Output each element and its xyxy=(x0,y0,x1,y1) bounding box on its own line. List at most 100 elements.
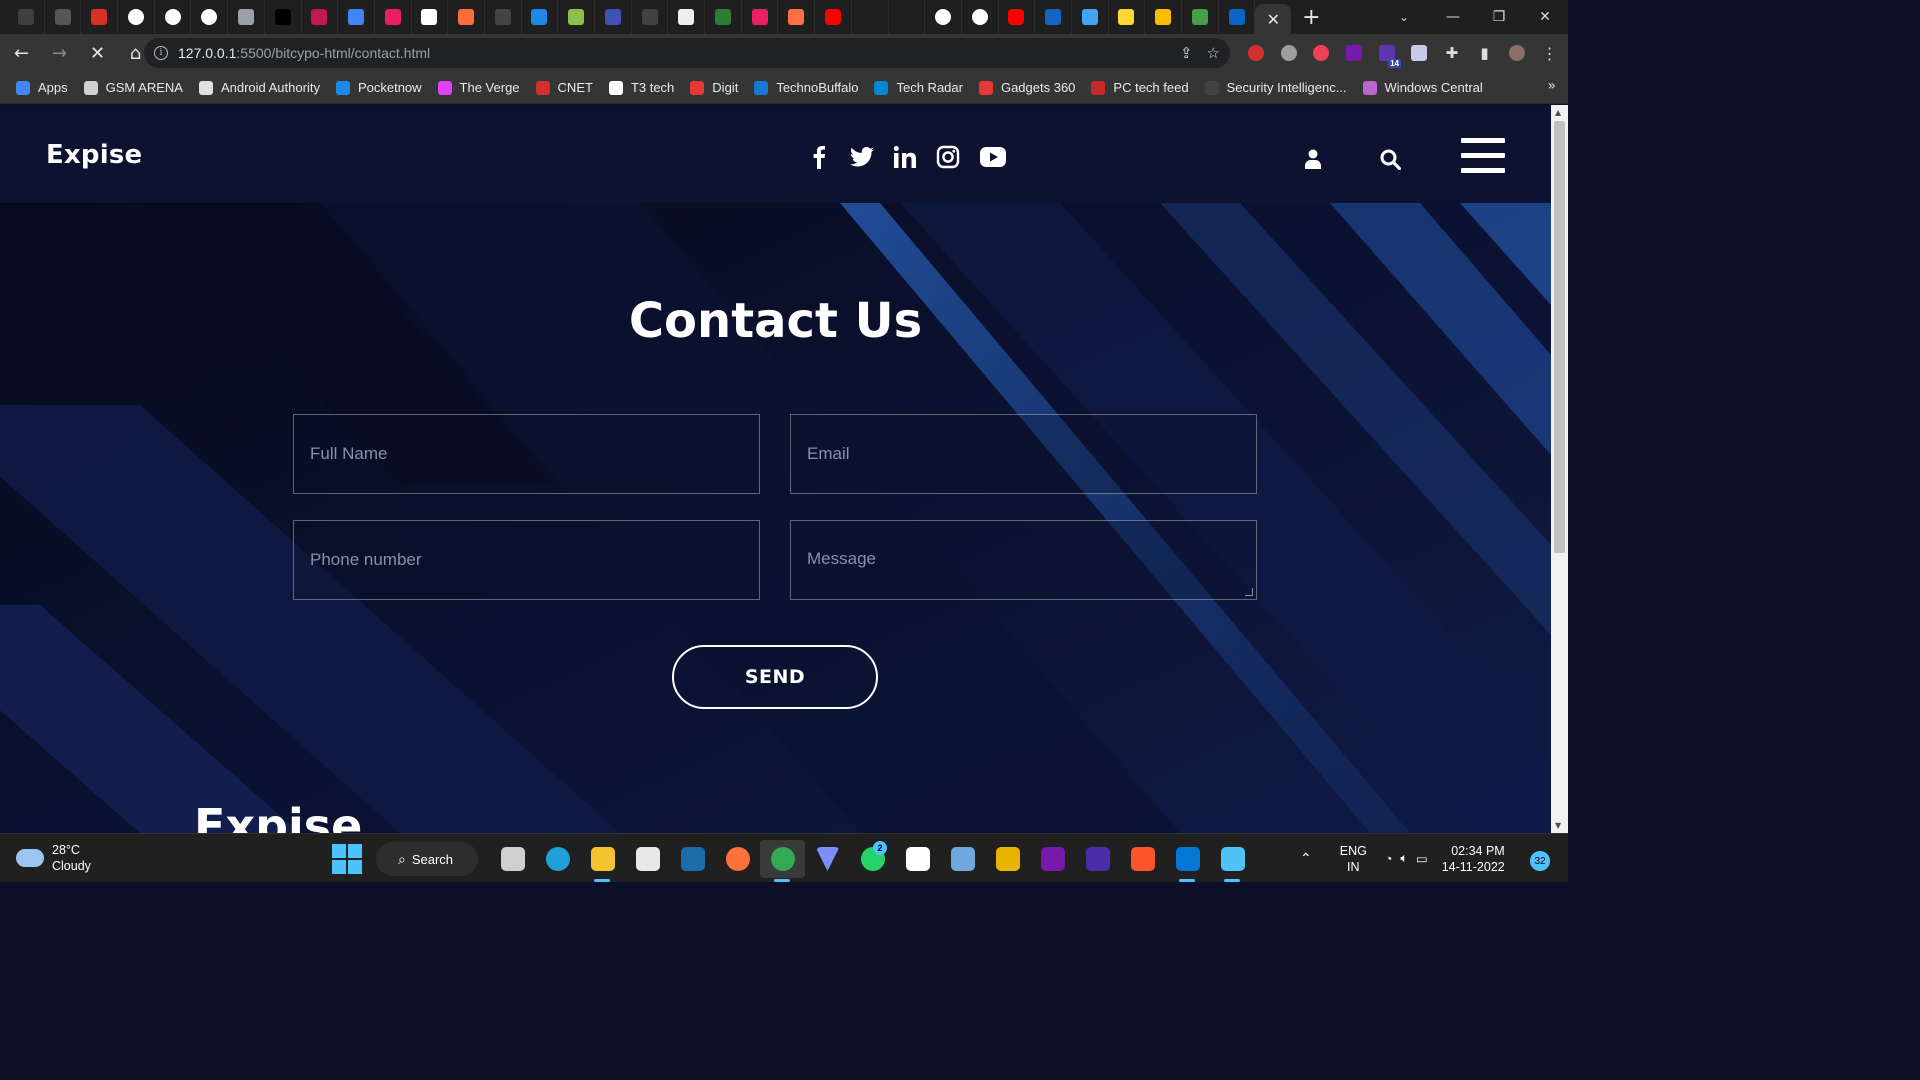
more-bookmarks-icon[interactable]: » xyxy=(1547,78,1556,94)
volume-muted-icon[interactable]: 🔈︎ xyxy=(1400,851,1408,866)
restore-button[interactable]: ❐ xyxy=(1476,0,1522,34)
site-logo[interactable]: Expise xyxy=(46,140,142,170)
linkedin-icon[interactable] xyxy=(894,146,916,168)
tab-gmail[interactable] xyxy=(81,0,119,34)
full-name-field[interactable] xyxy=(293,414,760,494)
tab-github[interactable] xyxy=(118,0,155,34)
tab-blank[interactable] xyxy=(852,0,889,34)
tab-j-logo[interactable] xyxy=(705,0,742,34)
virtualbox-icon[interactable] xyxy=(940,840,985,878)
start-button[interactable] xyxy=(332,844,362,874)
twitter-icon[interactable] xyxy=(850,146,874,168)
bookmark-item[interactable]: TechnoBuffalo xyxy=(746,74,866,102)
firefox-icon[interactable] xyxy=(715,840,760,878)
tab-blank-2[interactable] xyxy=(889,0,926,34)
bookmark-item[interactable]: Apps xyxy=(8,74,76,102)
active-tab[interactable]: ✕ xyxy=(1255,4,1292,34)
store-icon[interactable] xyxy=(625,840,670,878)
scrollbar-thumb[interactable] xyxy=(1554,121,1565,553)
extension-speed-icon[interactable] xyxy=(1273,38,1306,68)
taskbar-search[interactable]: ⌕ Search xyxy=(376,842,478,876)
extension-badge-icon[interactable]: 14 xyxy=(1370,38,1403,68)
full-name-input[interactable] xyxy=(294,415,759,493)
phone-field[interactable] xyxy=(293,520,760,600)
tab-bars[interactable] xyxy=(1072,0,1109,34)
page-scrollbar[interactable]: ▲ ▼ xyxy=(1551,105,1568,833)
tab-youtube[interactable] xyxy=(815,0,852,34)
input-language[interactable]: ENG IN xyxy=(1340,843,1367,875)
message-textarea[interactable] xyxy=(791,521,1256,599)
bookmark-item[interactable]: Android Authority xyxy=(191,74,328,102)
bookmark-item[interactable]: T3 tech xyxy=(601,74,682,102)
bookmark-item[interactable]: Digit xyxy=(682,74,746,102)
bookmark-item[interactable]: Pocketnow xyxy=(328,74,430,102)
facebook-icon[interactable] xyxy=(808,145,830,169)
tab-medium[interactable] xyxy=(265,0,302,34)
tab-github[interactable] xyxy=(155,0,192,34)
user-icon[interactable] xyxy=(1304,149,1322,173)
close-tab-icon[interactable]: ✕ xyxy=(1267,10,1280,29)
tab-globe[interactable] xyxy=(228,0,265,34)
notion-icon[interactable] xyxy=(895,840,940,878)
email-input[interactable] xyxy=(791,415,1256,493)
tab-tab-2[interactable] xyxy=(45,0,82,34)
tab-dot[interactable] xyxy=(485,0,522,34)
bookmark-item[interactable]: GSM ARENA xyxy=(76,74,191,102)
youtube-icon[interactable] xyxy=(980,147,1006,167)
tab-tab-1[interactable] xyxy=(8,0,45,34)
tab-github[interactable] xyxy=(925,0,962,34)
extension-adblock-icon[interactable] xyxy=(1240,38,1273,68)
site-info-icon[interactable]: i xyxy=(154,46,168,60)
tab-postman[interactable] xyxy=(448,0,485,34)
ide-icon[interactable] xyxy=(985,840,1030,878)
bookmark-star-icon[interactable]: ☆ xyxy=(1207,44,1220,62)
profile-avatar[interactable] xyxy=(1501,38,1534,68)
tab-pattern[interactable] xyxy=(375,0,412,34)
close-window-button[interactable]: ✕ xyxy=(1522,0,1568,34)
extensions-puzzle-icon[interactable]: ✚ xyxy=(1436,38,1469,68)
tab-pink-p[interactable] xyxy=(742,0,779,34)
tab-map-pin[interactable] xyxy=(338,0,375,34)
bookmark-item[interactable]: Windows Central xyxy=(1355,74,1491,102)
tab-news[interactable] xyxy=(668,0,706,34)
address-url[interactable]: 127.0.0.1:5500/bitcypo-html/contact.html xyxy=(178,45,430,61)
notification-badge[interactable]: 32 xyxy=(1530,851,1550,871)
tab-terminal[interactable] xyxy=(632,0,669,34)
bookmark-item[interactable]: The Verge xyxy=(430,74,528,102)
vpn-icon[interactable] xyxy=(805,840,850,878)
tab-youtube[interactable] xyxy=(999,0,1036,34)
tab-swirl[interactable] xyxy=(558,0,595,34)
brave-icon[interactable] xyxy=(1120,840,1165,878)
tab-bolt[interactable] xyxy=(412,0,449,34)
tab-drive[interactable] xyxy=(1145,0,1182,34)
tab-sphere[interactable] xyxy=(595,0,632,34)
whatsapp-icon[interactable]: 2 xyxy=(850,840,895,878)
task-view-icon[interactable] xyxy=(490,840,535,878)
resize-handle[interactable] xyxy=(1245,588,1253,596)
bookmark-item[interactable]: CNET xyxy=(528,74,601,102)
battery-icon[interactable]: ▭ xyxy=(1416,851,1428,866)
send-button[interactable]: SEND xyxy=(672,645,878,709)
phone-input[interactable] xyxy=(294,521,759,599)
wifi-icon[interactable]: ◔ xyxy=(1385,852,1393,866)
tab-linkedin[interactable] xyxy=(1219,0,1256,34)
bookmark-item[interactable]: Gadgets 360 xyxy=(971,74,1083,102)
chrome-icon[interactable] xyxy=(760,840,805,882)
show-hidden-icons-icon[interactable]: ⌃ xyxy=(1300,850,1312,867)
scroll-up-arrow-icon[interactable]: ▲ xyxy=(1555,108,1561,117)
bookmark-item[interactable]: Security Intelligenc... xyxy=(1197,74,1355,102)
extension-pocket-icon[interactable] xyxy=(1305,38,1338,68)
new-tab-button[interactable]: + xyxy=(1293,0,1329,34)
stop-loading-button[interactable]: ✕ xyxy=(81,37,114,70)
extension-onenote-icon[interactable] xyxy=(1338,38,1371,68)
bookmark-item[interactable]: Tech Radar xyxy=(866,74,970,102)
search-icon[interactable] xyxy=(1380,149,1402,174)
extension-translate-icon[interactable] xyxy=(1403,38,1436,68)
tab-github[interactable] xyxy=(962,0,999,34)
address-bar[interactable]: i 127.0.0.1:5500/bitcypo-html/contact.ht… xyxy=(144,38,1230,68)
back-button[interactable]: ← xyxy=(5,37,38,70)
tab-gradient[interactable] xyxy=(778,0,816,34)
edge-icon[interactable] xyxy=(535,840,580,878)
bookmark-item[interactable]: PC tech feed xyxy=(1083,74,1196,102)
prime-video-icon[interactable] xyxy=(670,840,715,878)
